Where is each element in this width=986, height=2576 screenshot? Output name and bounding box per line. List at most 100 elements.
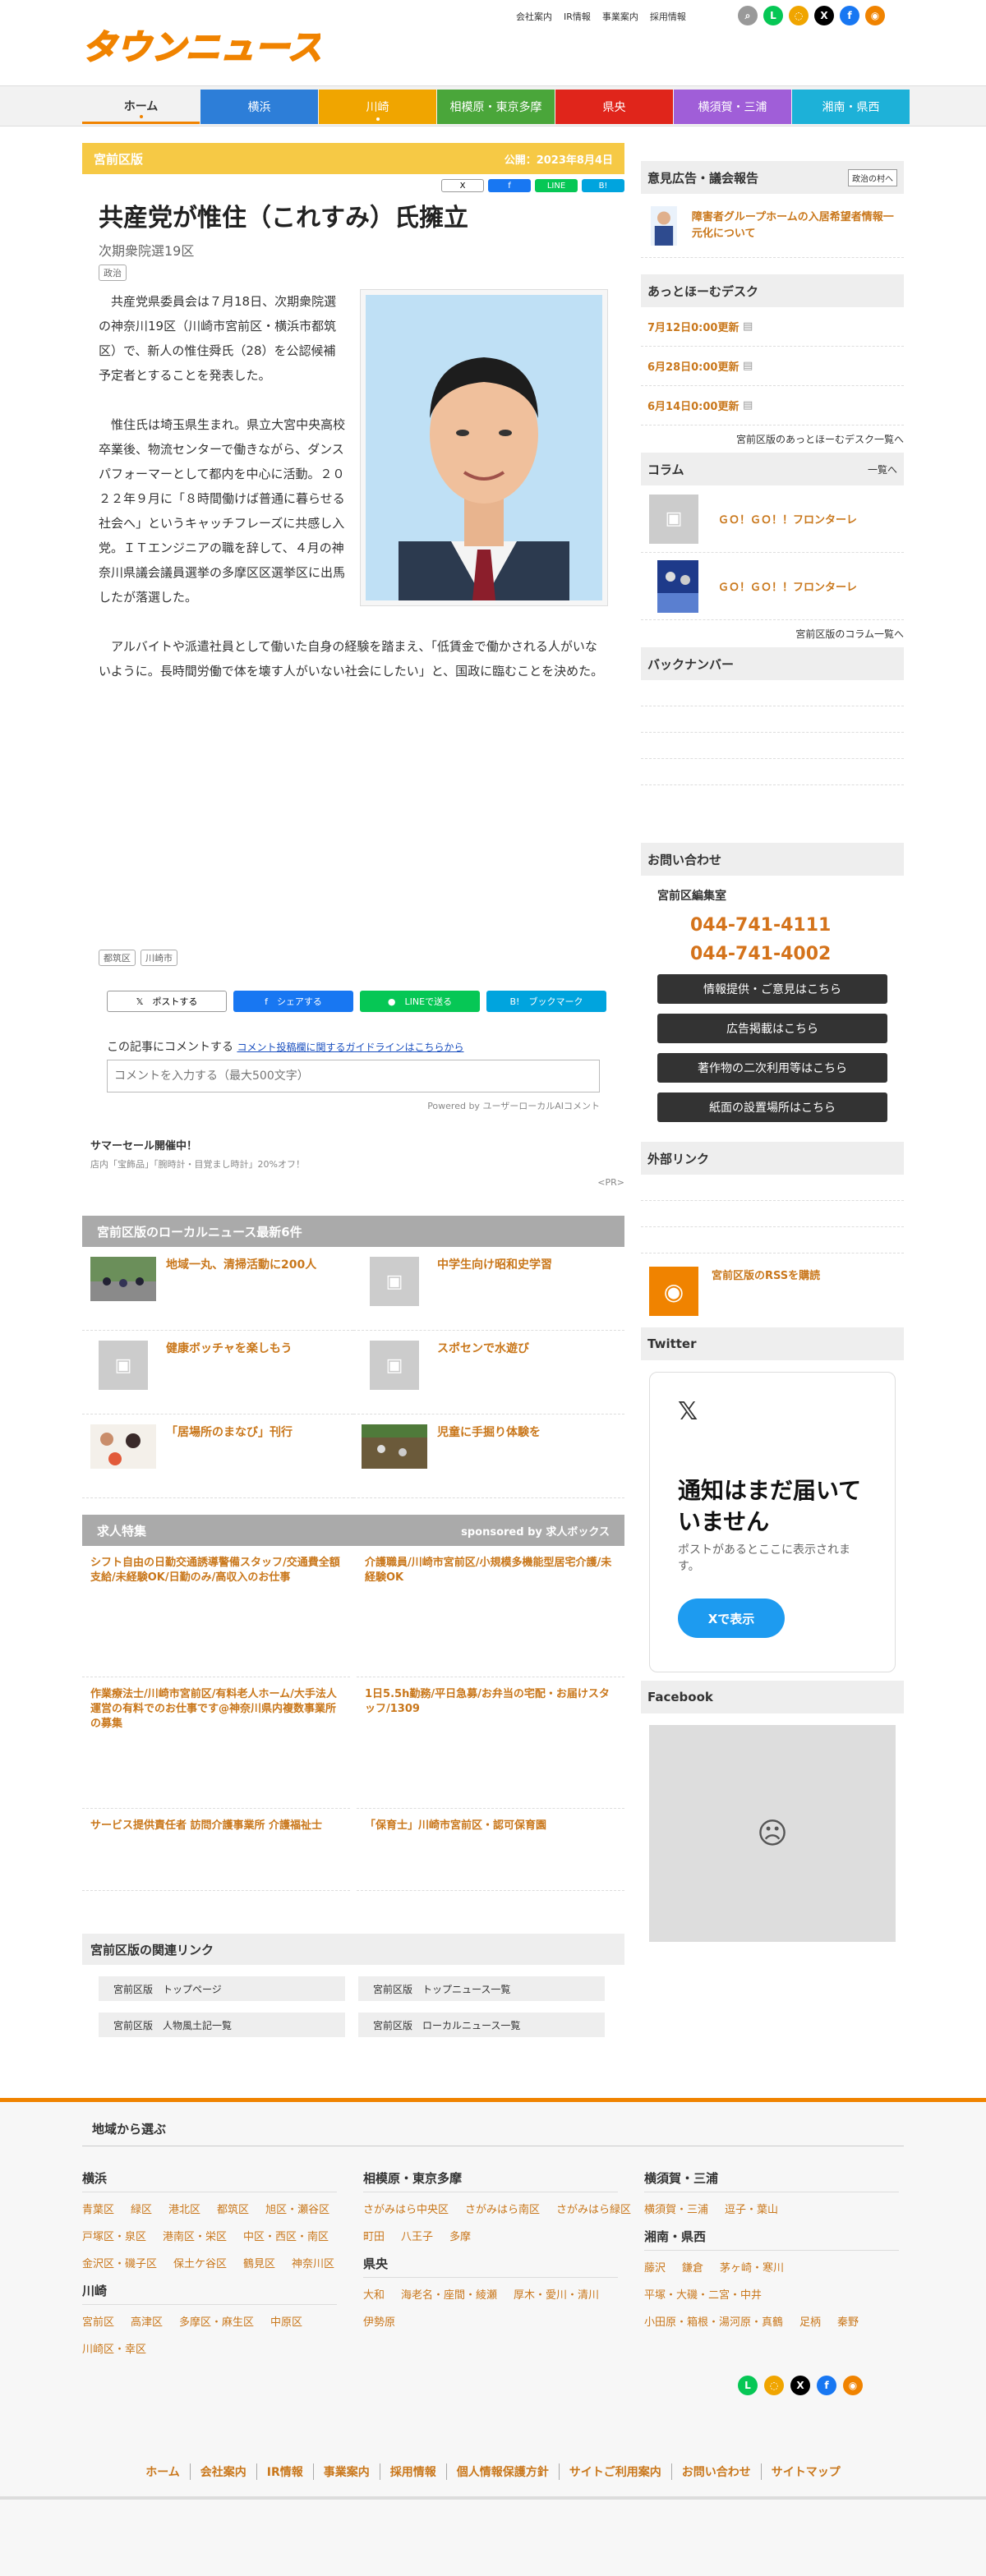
line-icon[interactable]: L [763,6,783,25]
ad-button[interactable]: 広告掲載はこちら [657,1014,887,1043]
distribution-button[interactable]: 紙面の設置場所はこちら [657,1092,887,1122]
area-link[interactable]: さがみはら緑区 [556,2201,631,2216]
area-link[interactable]: 中原区 [270,2313,302,2329]
category-tag[interactable]: 政治 [99,264,127,281]
nav-kenou[interactable]: 県央 [555,90,673,124]
athome-item[interactable]: 6月14日0:00更新 ▤ [641,386,904,426]
athome-item[interactable]: 7月12日0:00更新 ▤ [641,307,904,347]
area-link[interactable]: 中区・西区・南区 [243,2228,329,2243]
area-link[interactable]: 八王子 [401,2228,433,2243]
footer-link[interactable]: 事業案内 [314,2463,380,2480]
share-line-mini[interactable]: LINE [535,179,578,192]
nav-shonan[interactable]: 湘南・県西 [792,90,910,124]
tag-tsuzuki[interactable]: 都筑区 [99,950,136,966]
area-link[interactable]: 神奈川区 [292,2255,334,2270]
politics-badge[interactable]: 政治の村へ [848,168,897,186]
footer-link[interactable]: ホーム [136,2463,191,2480]
facebook-icon[interactable]: f [840,6,859,25]
area-link[interactable]: 都筑区 [217,2201,249,2216]
area-link[interactable]: 緑区 [131,2201,152,2216]
news-item[interactable]: ▣ 健康ボッチャを楽しもう [82,1331,353,1414]
footer-link[interactable]: IR情報 [257,2463,314,2480]
townnews-logo[interactable]: タウンニュース [82,25,320,67]
note-icon[interactable]: ◌ [764,2376,784,2395]
footer-link[interactable]: 個人情報保護方針 [447,2463,560,2480]
job-item[interactable]: 介護職員/川崎市宮前区/小規模多機能型居宅介護/未経験OK [357,1546,624,1677]
job-item[interactable]: 1日5.5h勤務/平日急募/お弁当の宅配・お届けスタッフ/1309 [357,1677,624,1809]
footer-link[interactable]: サイトご利用案内 [560,2463,672,2480]
area-link[interactable]: 小田原・箱根・湯河原・真鶴 [644,2313,783,2329]
news-item[interactable]: 地域一丸、清掃活動に200人 [82,1247,353,1331]
recruit-link[interactable]: 採用情報 [650,10,686,23]
column-item[interactable]: ＧＯ！ＧＯ！！フロンターレ [641,553,904,620]
note-icon[interactable]: ◌ [789,6,809,25]
area-link[interactable]: 茅ヶ崎・寒川 [720,2259,784,2275]
column-item[interactable]: ▣ ＧＯ！ＧＯ！！フロンターレ [641,485,904,553]
area-link[interactable]: 宮前区 [82,2313,114,2329]
area-link[interactable]: 海老名・座間・綾瀬 [401,2286,497,2302]
area-link[interactable]: 大和 [363,2286,385,2302]
rss-icon[interactable]: ◉ [865,6,885,25]
area-link[interactable]: 戸塚区・泉区 [82,2228,146,2243]
line-icon[interactable]: L [738,2376,758,2395]
related-link[interactable]: 宮前区版 トップページ [99,1976,345,2001]
ir-link[interactable]: IR情報 [564,10,591,23]
share-facebook-button[interactable]: f シェアする [233,991,353,1012]
news-item[interactable]: ▣ スポセンで水遊び [353,1331,624,1414]
area-link[interactable]: 高津区 [131,2313,163,2329]
athome-item[interactable]: 6月28日0:00更新 ▤ [641,347,904,386]
area-link[interactable]: 保土ケ谷区 [173,2255,227,2270]
x-icon[interactable]: X [814,6,834,25]
area-link[interactable]: 多摩 [449,2228,471,2243]
footer-link[interactable]: サイトマップ [762,2463,850,2480]
share-facebook-mini[interactable]: f [488,179,531,192]
share-hatena-mini[interactable]: B! [582,179,624,192]
area-link[interactable]: 川崎区・幸区 [82,2340,146,2356]
area-link[interactable]: 横須賀・三浦 [644,2201,708,2216]
area-link[interactable]: 港南区・栄区 [163,2228,227,2243]
footer-link[interactable]: お問い合わせ [672,2463,762,2480]
tag-kawasaki[interactable]: 川崎市 [141,950,177,966]
news-item[interactable]: 「居場所のまなび」刊行 [82,1414,353,1498]
share-x-mini[interactable]: X [441,179,484,192]
column-more-top[interactable]: 一覧へ [868,462,897,476]
share-line-button[interactable]: ● LINEで送る [360,991,480,1012]
athome-more-link[interactable]: 宮前区版のあっとほーむデスク一覧へ [641,426,904,453]
facebook-icon[interactable]: f [817,2376,836,2395]
share-x-button[interactable]: 𝕏 ポストする [107,991,227,1012]
rss-link[interactable]: ◉ 宮前区版のRSSを購読 [641,1254,904,1319]
related-link[interactable]: 宮前区版 ローカルニュース一覧 [358,2012,605,2037]
opinion-item[interactable]: 障害者グループホームの入居希望者情報一元化について [641,194,904,258]
area-link[interactable]: 青葉区 [82,2201,114,2216]
tel-number[interactable]: 044-741-4111 [690,915,904,936]
copyright-button[interactable]: 著作物の二次利用等はこちら [657,1053,887,1083]
news-item[interactable]: ▣ 中学生向け昭和史学習 [353,1247,624,1331]
news-item[interactable]: 児童に手掘り体験を [353,1414,624,1498]
area-link[interactable]: 鶴見区 [243,2255,275,2270]
search-icon[interactable]: ⌕ [738,6,758,25]
area-link[interactable]: 鎌倉 [682,2259,703,2275]
area-link[interactable]: 港北区 [168,2201,200,2216]
area-link[interactable]: 町田 [363,2228,385,2243]
job-item[interactable]: 作業療法士/川崎市宮前区/有料老人ホーム/大手法人運営の有料でのお仕事です@神奈… [82,1677,350,1809]
rss-icon[interactable]: ◉ [843,2376,863,2395]
footer-link[interactable]: 採用情報 [380,2463,447,2480]
business-link[interactable]: 事業案内 [602,10,638,23]
related-link[interactable]: 宮前区版 トップニュース一覧 [358,1976,605,2001]
share-hatena-button[interactable]: B! ブックマーク [486,991,606,1012]
column-more-link[interactable]: 宮前区版のコラム一覧へ [641,620,904,647]
nav-kawasaki[interactable]: 川崎 [319,90,436,124]
job-item[interactable]: 「保育士」川崎市宮前区・認可保育園 [357,1809,624,1891]
info-button[interactable]: 情報提供・ご意見はこちら [657,974,887,1004]
comment-input[interactable] [107,1060,600,1092]
area-link[interactable]: 旭区・瀬谷区 [265,2201,329,2216]
area-link[interactable]: 多摩区・麻生区 [179,2313,254,2329]
nav-sagamihara[interactable]: 相模原・東京多摩 [437,90,555,124]
job-item[interactable]: サービス提供責任者 訪問介護事業所 介護福祉士 [82,1809,350,1891]
area-link[interactable]: 秦野 [837,2313,859,2329]
area-link[interactable]: 伊勢原 [363,2313,395,2329]
area-link[interactable]: さがみはら南区 [465,2201,540,2216]
view-on-x-button[interactable]: Xで表示 [678,1598,785,1638]
nav-yokosuka[interactable]: 横須賀・三浦 [674,90,791,124]
nav-home[interactable]: ホーム [82,90,200,124]
